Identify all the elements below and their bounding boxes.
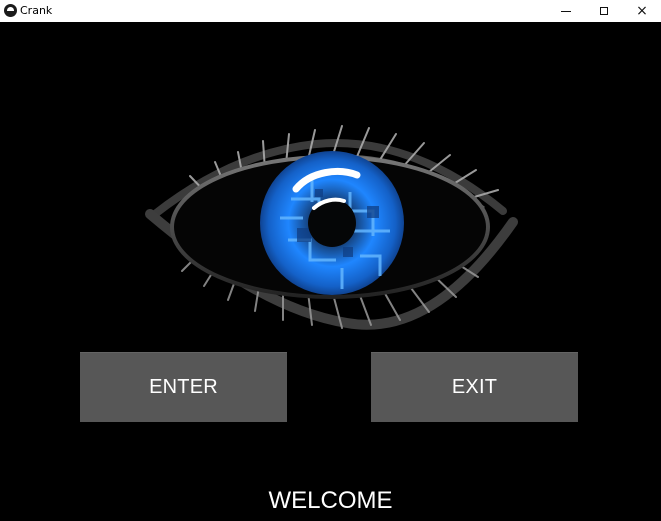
window-controls: × xyxy=(547,0,661,22)
close-button[interactable]: × xyxy=(623,0,661,22)
minimize-button[interactable] xyxy=(547,0,585,22)
crank-window: Crank × ENTER EXIT WELCOME xyxy=(0,0,661,521)
minimize-icon xyxy=(561,10,571,12)
window-title: Crank xyxy=(20,4,53,17)
enter-button[interactable]: ENTER xyxy=(80,352,287,422)
app-logo-icon xyxy=(4,4,17,17)
exit-button[interactable]: EXIT xyxy=(371,352,578,422)
welcome-text: WELCOME xyxy=(268,487,393,514)
maximize-button[interactable] xyxy=(585,0,623,22)
main-stage: ENTER EXIT WELCOME xyxy=(0,22,661,521)
maximize-icon xyxy=(600,7,608,15)
title-bar: Crank × xyxy=(0,0,661,23)
close-icon: × xyxy=(636,3,648,19)
blue-eye-illustration xyxy=(145,125,518,330)
